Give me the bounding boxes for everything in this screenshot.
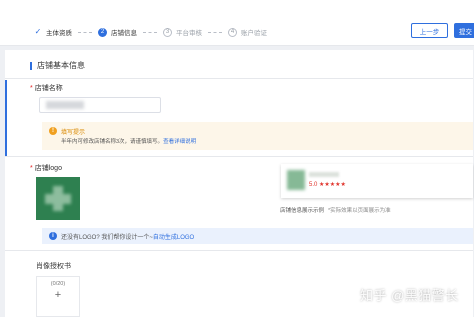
step-connector xyxy=(143,31,157,33)
step-platform-review: 3 平台审核 xyxy=(163,27,202,37)
info-icon: i xyxy=(49,232,57,240)
store-logo-label-text: 店铺logo xyxy=(34,165,62,172)
step-label: 主体资质 xyxy=(46,30,72,37)
step-check-icon: ✓ xyxy=(34,27,42,36)
naming-tip-notice: ! 填写提示 半年内可修改店铺名称3次，请谨慎填写。查看详细说明 xyxy=(42,122,473,150)
required-mark: * xyxy=(30,165,33,172)
store-onboarding-page: ✓ 主体资质 2 店铺信息 3 平台审核 4 账户验证 上一步 提交 店铺基本信… xyxy=(0,0,474,317)
step-store-info: 2 店铺信息 xyxy=(98,27,137,37)
step-account-verify: 4 账户验证 xyxy=(228,27,267,37)
view-details-link[interactable]: 查看详细说明 xyxy=(163,139,196,145)
info-body: 还没有LOGO? 我们帮你设计一个~ xyxy=(61,235,153,241)
step-connector xyxy=(78,31,92,33)
preview-caption-note: *实际效果以页面展示为准 xyxy=(328,208,391,214)
store-info-card: 店铺基本信息 * 店铺名称 ! 填写提示 半年内可修改店铺名称3次，请谨慎填写。查… xyxy=(5,50,473,317)
logo-help-notice: i 还没有LOGO? 我们帮你设计一个~自动生成LOGO xyxy=(42,228,473,244)
previous-step-button[interactable]: 上一步 xyxy=(411,23,448,38)
step-qualification: ✓ 主体资质 xyxy=(34,27,72,38)
step-number: 2 xyxy=(98,27,107,37)
top-bar: ✓ 主体资质 2 店铺信息 3 平台审核 4 账户验证 上一步 提交 xyxy=(0,0,474,46)
active-field-indicator xyxy=(5,80,7,156)
plus-icon: + xyxy=(54,289,62,301)
divider xyxy=(5,156,473,157)
blurred-logo-mark xyxy=(45,194,71,204)
preview-logo-thumbnail xyxy=(287,170,305,190)
source-watermark: 知乎 @黑猫警长 xyxy=(360,288,459,303)
upload-count: (0/20) xyxy=(50,281,66,287)
preview-caption: 店铺信息展示示例 *实际效果以页面展示为准 xyxy=(280,206,391,214)
notice-body: 半年内可修改店铺名称3次，请谨慎填写。 xyxy=(61,139,164,145)
step-label: 店铺信息 xyxy=(111,30,137,37)
preview-store-name xyxy=(309,172,339,177)
preview-caption-title: 店铺信息展示示例 xyxy=(280,208,325,214)
divider xyxy=(5,250,473,251)
auto-generate-logo-link[interactable]: 自动生成LOGO xyxy=(153,235,194,241)
authorization-upload-box[interactable]: (0/20) + xyxy=(36,276,80,317)
step-number: 3 xyxy=(163,27,172,37)
step-label: 平台审核 xyxy=(176,30,202,37)
section-heading: 店铺基本信息 xyxy=(30,60,85,71)
step-connector xyxy=(208,31,222,33)
blurred-store-name xyxy=(46,101,84,109)
upload-count-value: 0/20 xyxy=(52,281,64,287)
notice-title: 填写提示 xyxy=(61,130,86,136)
store-name-input[interactable] xyxy=(39,97,161,113)
preview-rating: 5.0 ★★★★★ xyxy=(309,182,346,188)
store-logo-image[interactable] xyxy=(36,177,80,220)
divider xyxy=(5,78,473,79)
stepper: ✓ 主体资质 2 店铺信息 3 平台审核 4 账户验证 xyxy=(34,26,267,38)
submit-button[interactable]: 提交 xyxy=(454,23,474,38)
warning-icon: ! xyxy=(49,127,57,135)
store-logo-label: * 店铺logo xyxy=(30,163,62,173)
step-number: 4 xyxy=(228,27,237,37)
required-mark: * xyxy=(30,85,33,92)
step-label: 账户验证 xyxy=(241,30,267,37)
portrait-authorization-label: 肖像授权书 xyxy=(36,263,71,270)
notice-text: 半年内可修改店铺名称3次，请谨慎填写。查看详细说明 xyxy=(61,137,196,145)
store-name-label: * 店铺名称 xyxy=(30,83,63,93)
section-title: 店铺基本信息 xyxy=(37,61,85,70)
info-text: 还没有LOGO? 我们帮你设计一个~自动生成LOGO xyxy=(61,232,194,241)
section-marker xyxy=(30,61,32,70)
store-name-label-text: 店铺名称 xyxy=(34,85,63,92)
store-preview-card: 5.0 ★★★★★ xyxy=(281,164,473,198)
